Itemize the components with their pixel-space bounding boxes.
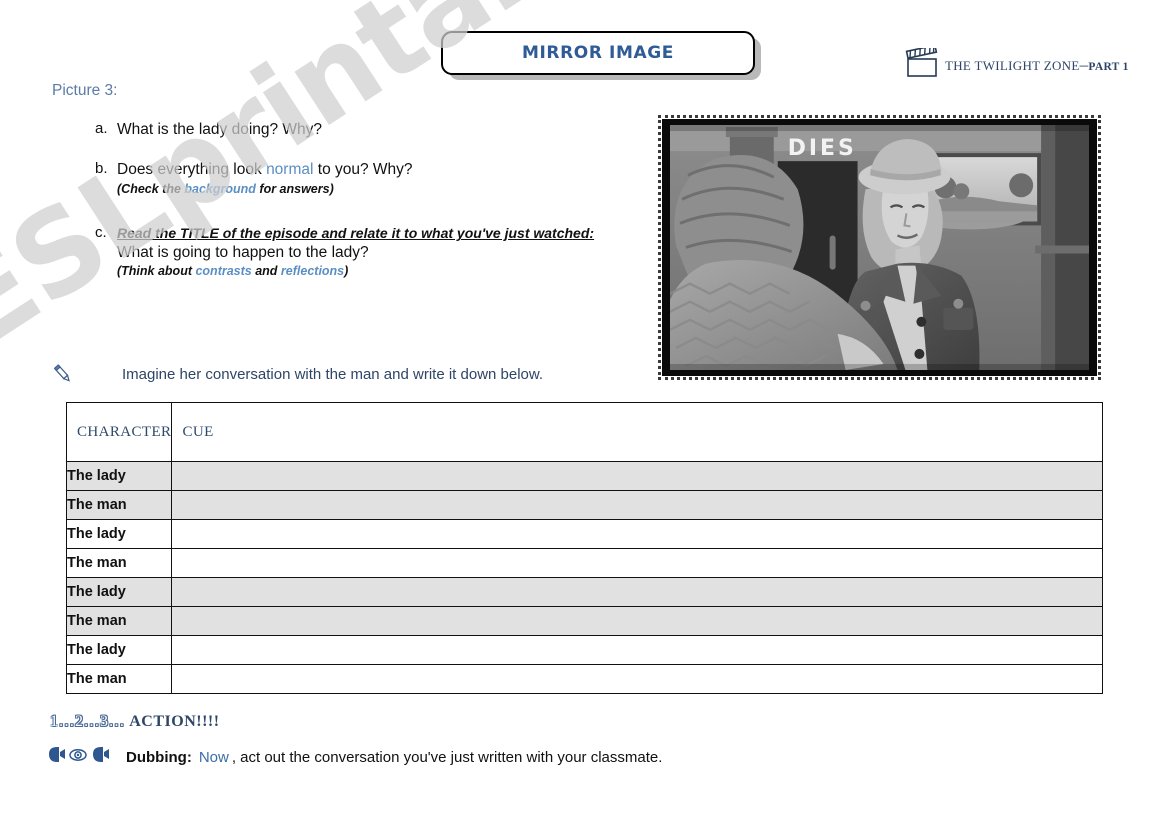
action-word: ACTION!!!! (129, 713, 220, 730)
action-numbers: 1…2…3… (50, 713, 125, 730)
show-title-group: THE TWILIGHT ZONE–PART 1 (905, 44, 1129, 78)
table-row: The man (65, 548, 1103, 578)
question-b-accent: normal (266, 161, 314, 179)
title-box: MIRROR IMAGE (441, 31, 755, 75)
table-cell-character: The man (65, 664, 173, 694)
table-cell-cue[interactable] (171, 606, 1103, 636)
table-header-character: CHARACTER (65, 402, 173, 462)
table-cell-character: The man (65, 606, 173, 636)
question-b-hint-part2: for answers) (255, 182, 334, 197)
title-plate: MIRROR IMAGE (441, 31, 761, 80)
question-marker-c: c. (95, 224, 107, 242)
instruction-row: Imagine her conversation with the man an… (52, 363, 543, 385)
question-c-hint: (Think about contrasts and reflections) (117, 264, 655, 278)
show-title-label: THE TWILIGHT ZONE (945, 58, 1080, 73)
question-a-part1: What is the lady doing? Why? (117, 121, 323, 138)
dubbing-row: Dubbing: Now , act out the conversation … (46, 746, 662, 769)
table-cell-character: The lady (65, 635, 173, 665)
table-row: The lady (65, 461, 1103, 491)
table-cell-character: The lady (65, 519, 173, 549)
photo-frame: DIES (662, 119, 1097, 376)
question-c-hint-mid: and (251, 264, 281, 279)
question-c-hint-part2: ) (344, 264, 349, 279)
question-text-a: What is the lady doing? Why? (117, 120, 655, 140)
table-row: The lady (65, 635, 1103, 665)
clapperboard-icon (905, 44, 941, 78)
dubbing-instruction-text: , act out the conversation you've just w… (231, 749, 663, 766)
question-b-part1: Does everything look (117, 161, 267, 179)
table-row: The lady (65, 577, 1103, 607)
picture-label: Picture 3: (52, 82, 118, 99)
svg-text:DIES: DIES (788, 136, 857, 161)
instruction-text: Imagine her conversation with the man an… (122, 365, 544, 383)
eye-icon (69, 748, 87, 767)
photo-image: DIES (670, 125, 1089, 370)
table-cell-cue[interactable] (171, 461, 1103, 491)
table-cell-cue[interactable] (171, 490, 1103, 520)
dubbing-icon-group (46, 746, 118, 769)
table-header-character-label: CHARACTER (77, 423, 172, 440)
question-b-hint-accent: background (184, 182, 256, 197)
question-c-hint-part1: (Think about (117, 264, 196, 279)
table-row: The man (65, 664, 1103, 694)
question-text-b: Does everything look normal to you? Why? (117, 160, 655, 180)
question-marker-a: a. (95, 120, 108, 137)
table-cell-cue[interactable] (171, 664, 1103, 694)
question-b-hint-part1: (Check the (117, 182, 185, 197)
question-b-part2: to you? Why? (313, 161, 413, 179)
table-cell-character: The lady (65, 461, 173, 491)
table-cell-cue[interactable] (171, 577, 1103, 607)
action-cue-line: 1…2…3… ACTION!!!! (50, 713, 220, 731)
question-list: a. What is the lady doing? Why? b. Does … (95, 120, 655, 298)
table-cell-character: The lady (65, 577, 173, 607)
table-cell-character: The man (65, 548, 173, 578)
speaking-head-icon (46, 746, 66, 769)
question-marker-b: b. (95, 160, 108, 178)
dialogue-table: CHARACTER CUE The lady The man The lady The… (65, 402, 1103, 694)
table-body: The lady The man The lady The man The lady Th… (65, 461, 1103, 694)
table-cell-cue[interactable] (171, 635, 1103, 665)
question-c-hint-accent2: reflections (280, 264, 345, 279)
table-cell-cue[interactable] (171, 548, 1103, 578)
dubbing-label: Dubbing: (126, 749, 192, 766)
pencil-icon (52, 363, 74, 385)
speaking-head-icon (90, 746, 110, 769)
question-c-hint-accent1: contrasts (195, 264, 252, 279)
table-header-cue: CUE (171, 402, 1103, 462)
table-row: The lady (65, 519, 1103, 549)
dubbing-now-accent: Now (198, 749, 229, 766)
episode-still-photo: DIES (658, 115, 1101, 380)
question-item-a: a. What is the lady doing? Why? (95, 120, 655, 140)
table-cell-character: The man (65, 490, 173, 520)
table-header-cue-label: CUE (182, 423, 214, 440)
question-item-c: c. Read the TITLE of the episode and rel… (95, 224, 655, 278)
question-c-heading: Read the TITLE of the episode and relate… (117, 225, 595, 242)
table-cell-cue[interactable] (171, 519, 1103, 549)
table-row: The man (65, 490, 1103, 520)
table-row: The man (65, 606, 1103, 636)
page-title: MIRROR IMAGE (521, 43, 675, 63)
question-item-b: b. Does everything look normal to you? W… (95, 160, 655, 196)
show-part-label: PART 1 (1088, 61, 1129, 73)
question-c-text: What is going to happen to the lady? (117, 244, 369, 262)
table-header-row: CHARACTER CUE (65, 402, 1103, 462)
question-b-hint: (Check the background for answers) (117, 182, 655, 196)
show-title-text: THE TWILIGHT ZONE–PART 1 (945, 55, 1129, 75)
